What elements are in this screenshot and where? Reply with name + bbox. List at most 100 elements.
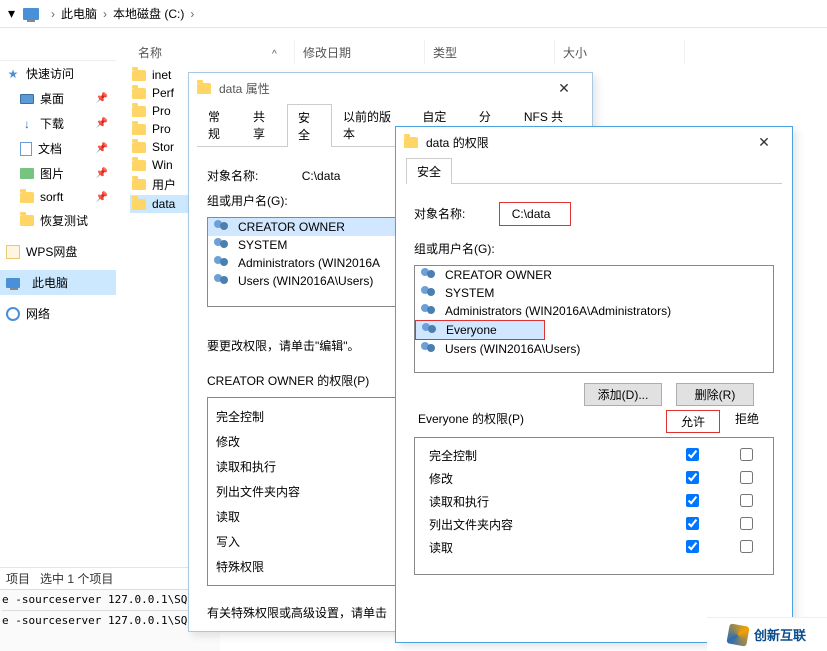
sidebar-item-sorft[interactable]: sorft 📌 bbox=[0, 186, 116, 208]
console-line: e -sourceserver 127.0.0.1\SQL2 bbox=[2, 590, 218, 610]
file-name: inet bbox=[152, 68, 171, 82]
allow-checkbox[interactable] bbox=[686, 517, 699, 530]
pc-icon bbox=[6, 278, 20, 288]
folder-icon bbox=[132, 124, 146, 135]
tab[interactable]: 安全 bbox=[287, 104, 332, 147]
breadcrumb-this-pc[interactable]: 此电脑 bbox=[61, 5, 97, 22]
file-name: Stor bbox=[152, 140, 174, 154]
sidebar-item-quick-access[interactable]: ★ 快速访问 bbox=[0, 61, 116, 86]
allow-checkbox[interactable] bbox=[686, 540, 699, 553]
tab[interactable]: 共享 bbox=[242, 103, 287, 146]
file-name: Pro bbox=[152, 104, 171, 118]
add-button[interactable]: 添加(D)... bbox=[584, 383, 662, 406]
user-name: Users (WIN2016A\Users) bbox=[445, 342, 580, 356]
network-icon bbox=[6, 307, 20, 321]
permission-row: 完全控制 bbox=[415, 444, 773, 467]
header-name[interactable]: 名称^ bbox=[130, 40, 295, 64]
close-icon[interactable]: ✕ bbox=[544, 80, 584, 97]
deny-checkbox[interactable] bbox=[740, 471, 753, 484]
wps-icon bbox=[6, 245, 20, 259]
breadcrumb-drive[interactable]: 本地磁盘 (C:) bbox=[113, 5, 184, 22]
user-name: Administrators (WIN2016A bbox=[238, 256, 380, 270]
sidebar-nav: ★ 快速访问 桌面 📌 ↓ 下载 📌 文档 📌 图片 📌 sorft 📌 恢复测… bbox=[0, 60, 116, 571]
folder-icon bbox=[132, 142, 146, 153]
group-icon bbox=[421, 304, 439, 318]
user-row[interactable]: Everyone bbox=[415, 320, 545, 340]
dialog-title: data 属性 bbox=[219, 80, 270, 97]
sidebar-item-downloads[interactable]: ↓ 下载 📌 bbox=[0, 111, 116, 136]
allow-checkbox[interactable] bbox=[686, 494, 699, 507]
folder-icon bbox=[132, 199, 146, 210]
pin-icon: 📌 bbox=[96, 168, 108, 179]
group-list-label: 组或用户名(G): bbox=[207, 194, 288, 208]
breadcrumb[interactable]: ▾ › 此电脑 › 本地磁盘 (C:) › bbox=[0, 0, 827, 28]
pin-icon: 📌 bbox=[96, 143, 108, 154]
sidebar-item-network[interactable]: 网络 bbox=[0, 301, 116, 326]
dialog-titlebar[interactable]: data 属性 ✕ bbox=[189, 73, 592, 103]
user-name: CREATOR OWNER bbox=[238, 220, 345, 234]
dialog-title: data 的权限 bbox=[426, 134, 489, 151]
user-name: SYSTEM bbox=[238, 238, 287, 252]
object-name-label: 对象名称: bbox=[207, 169, 258, 183]
user-row[interactable]: Users (WIN2016A\Users) bbox=[415, 340, 773, 358]
deny-checkbox[interactable] bbox=[740, 517, 753, 530]
col-allow-header: 允许 bbox=[666, 410, 720, 433]
object-name-value: C:\data bbox=[302, 169, 341, 183]
dialog-titlebar[interactable]: data 的权限 ✕ bbox=[396, 127, 792, 157]
sidebar-item-pictures[interactable]: 图片 📌 bbox=[0, 161, 116, 186]
tab-security[interactable]: 安全 bbox=[406, 158, 452, 184]
remove-button[interactable]: 删除(R) bbox=[676, 383, 754, 406]
group-icon bbox=[421, 342, 439, 356]
group-icon bbox=[421, 268, 439, 282]
folder-icon bbox=[20, 215, 34, 226]
watermark: 创新互联 bbox=[707, 617, 827, 651]
user-row[interactable]: CREATOR OWNER bbox=[415, 266, 773, 284]
header-type[interactable]: 类型 bbox=[425, 40, 555, 64]
header-modified[interactable]: 修改日期 bbox=[295, 40, 425, 64]
group-icon bbox=[214, 274, 232, 288]
back-chevron-icon[interactable]: ▾ bbox=[8, 5, 15, 22]
user-name: Administrators (WIN2016A\Administrators) bbox=[445, 304, 671, 318]
allow-checkbox[interactable] bbox=[686, 448, 699, 461]
group-list-label: 组或用户名(G): bbox=[414, 242, 495, 256]
tab[interactable]: 常规 bbox=[197, 103, 242, 146]
pin-icon: 📌 bbox=[96, 192, 108, 203]
status-selected: 选中 1 个项目 bbox=[40, 570, 113, 587]
deny-checkbox[interactable] bbox=[740, 494, 753, 507]
allow-checkbox[interactable] bbox=[686, 471, 699, 484]
object-name-value: C:\data bbox=[499, 202, 572, 226]
permission-name: 修改 bbox=[415, 470, 665, 487]
pin-icon: 📌 bbox=[96, 118, 108, 129]
folder-icon bbox=[404, 137, 418, 148]
sidebar-item-wps[interactable]: WPS网盘 bbox=[0, 239, 116, 264]
folder-icon bbox=[197, 83, 211, 94]
close-icon[interactable]: ✕ bbox=[744, 134, 784, 151]
user-name: Everyone bbox=[446, 323, 497, 337]
desktop-icon bbox=[20, 94, 34, 104]
file-name: 用户 bbox=[152, 176, 176, 193]
col-deny-header: 拒绝 bbox=[720, 410, 774, 433]
deny-checkbox[interactable] bbox=[740, 448, 753, 461]
group-icon bbox=[422, 323, 440, 337]
quick-access-icon: ★ bbox=[6, 67, 20, 81]
permission-row: 读取和执行 bbox=[415, 490, 773, 513]
user-list[interactable]: CREATOR OWNERSYSTEM Administrators (WIN20… bbox=[414, 265, 774, 373]
status-items: 项目 bbox=[6, 570, 30, 587]
deny-checkbox[interactable] bbox=[740, 540, 753, 553]
group-icon bbox=[214, 238, 232, 252]
pin-icon: 📌 bbox=[96, 93, 108, 104]
status-bar: 项目 选中 1 个项目 bbox=[0, 567, 200, 589]
console-line: e -sourceserver 127.0.0.1\SQL2 bbox=[2, 611, 218, 631]
sidebar-item-documents[interactable]: 文档 📌 bbox=[0, 136, 116, 161]
sidebar-item-desktop[interactable]: 桌面 📌 bbox=[0, 86, 116, 111]
sidebar-item-this-pc[interactable]: 此电脑 bbox=[0, 270, 116, 295]
header-size[interactable]: 大小 bbox=[555, 40, 685, 64]
group-icon bbox=[421, 286, 439, 300]
download-icon: ↓ bbox=[20, 117, 34, 131]
user-row[interactable]: Administrators (WIN2016A\Administrators) bbox=[415, 302, 773, 320]
user-row[interactable]: SYSTEM bbox=[415, 284, 773, 302]
group-icon bbox=[214, 256, 232, 270]
sidebar-item-recovery[interactable]: 恢复测试 bbox=[0, 208, 116, 233]
pictures-icon bbox=[20, 168, 34, 179]
folder-icon bbox=[132, 88, 146, 99]
